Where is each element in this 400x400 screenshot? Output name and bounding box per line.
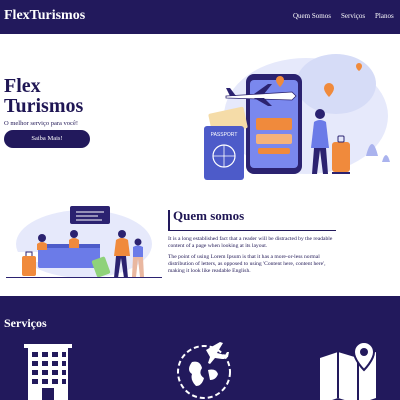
- services-section: Serviços: [0, 296, 400, 400]
- globe-airplane-icon: [177, 342, 231, 399]
- nav-link-quem-somos[interactable]: Quem Somos: [293, 12, 331, 20]
- saiba-mais-button[interactable]: Saiba Mais!: [4, 130, 90, 148]
- passport-text: PASSPORT: [211, 132, 238, 138]
- navbar: FlexTurismos Quem Somos Serviços Planos: [0, 0, 400, 34]
- nav-link-planos[interactable]: Planos: [375, 12, 394, 20]
- about-paragraph-2: The point of using Lorem Ipsum is that i…: [168, 254, 326, 274]
- about-paragraph-1: It is a long established fact that a rea…: [168, 236, 333, 249]
- hero-travel-illustration: PASSPORT: [204, 54, 390, 180]
- brand-logo[interactable]: FlexTurismos: [4, 8, 85, 24]
- about-divider: [168, 230, 336, 231]
- hero-subtitle: O melhor serviço para você!: [4, 120, 78, 127]
- hero-title-line2: Turismos: [4, 95, 84, 117]
- building-icon: [24, 344, 72, 400]
- hero-title: Flex Turismos: [4, 76, 83, 116]
- about-title: Quem somos: [173, 208, 245, 223]
- airport-checkin-illustration: [6, 206, 162, 278]
- nav-link-servicos[interactable]: Serviços: [341, 12, 365, 20]
- hero-title-line1: Flex: [4, 75, 41, 97]
- services-title: Serviços: [4, 316, 47, 330]
- map-pin-icon: [320, 340, 376, 400]
- about-accent-bar: [168, 210, 170, 230]
